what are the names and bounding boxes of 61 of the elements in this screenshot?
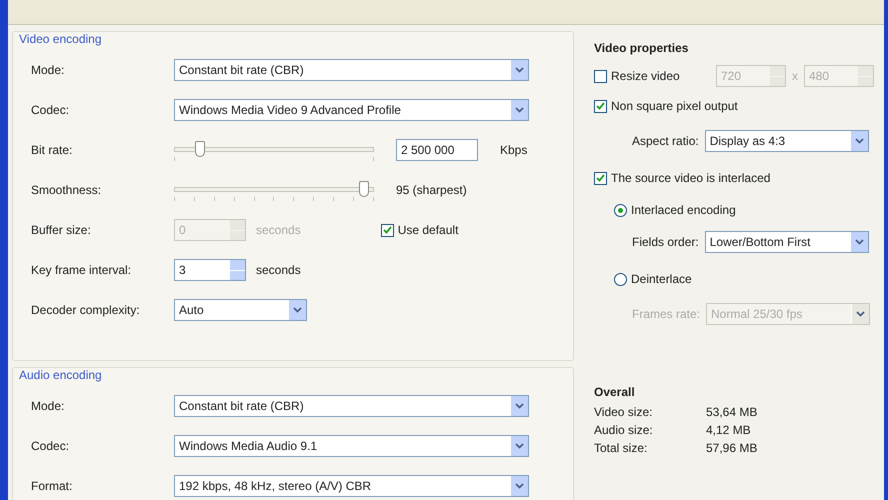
checkbox[interactable]: Resize video [594,69,710,83]
field-label: Codec: [31,103,70,117]
field-label: Frames rate: [632,307,700,321]
stat-value: 4,12 MB [706,423,752,437]
radio-button[interactable]: Deinterlace [614,272,692,286]
dropdown[interactable]: Constant bit rate (CBR) [174,59,529,81]
chevron-down-icon [515,67,524,73]
chevron-down-icon [293,307,302,313]
checkbox[interactable]: Non square pixel output [594,99,738,113]
stat-label: Total size: [594,441,648,455]
field-label: Fields order: [632,235,699,249]
group-title: Audio encoding [17,368,104,382]
chevron-down-icon [854,138,864,144]
unit-label: Kbps [500,143,528,157]
stat-label: Video size: [594,405,654,419]
unit-label: seconds [256,263,301,277]
checkmark-icon [596,174,605,182]
bit-rate-field[interactable]: 2 500 000 [396,139,478,161]
field-label: Smoothness: [31,183,102,197]
field-label: Mode: [31,399,66,413]
slider[interactable] [174,179,374,201]
stat-value: 53,64 MB [706,405,758,419]
smoothness-reading: 95 (sharpest) [396,183,467,197]
times-label: x [792,69,798,83]
field-label: Codec: [31,439,70,453]
checkmark-icon [596,102,605,110]
field-label: Decoder complexity: [31,303,141,317]
dropdown[interactable]: Display as 4:3 [704,130,869,152]
section-title: Video properties [594,41,690,57]
chevron-down-icon [856,311,866,317]
slider[interactable] [174,139,374,161]
field-label: Mode: [31,63,66,77]
spinner-field[interactable]: 3 [174,259,246,281]
dropdown[interactable]: Constant bit rate (CBR) [174,395,529,417]
dropdown[interactable]: Auto [174,299,307,321]
checkmark-icon [382,226,392,234]
dropdown[interactable]: Lower/Bottom First [704,231,869,253]
section-title: Overall [594,385,636,401]
slider-thumb[interactable] [359,181,369,197]
radio-button[interactable]: Interlaced encoding [614,203,736,217]
stat-label: Audio size: [594,423,654,437]
dropdown[interactable]: Windows Media Video 9 Advanced Profile [174,99,529,121]
field-label: Buffer size: [31,223,92,237]
chevron-down-icon [515,443,524,449]
radio-circle[interactable] [614,272,627,286]
chevron-down-icon [515,483,524,489]
stat-value: 57,96 MB [706,441,758,455]
field-label: Format: [31,479,74,493]
dropdown[interactable]: 192 kbps, 48 kHz, stereo (A/V) CBR [174,475,529,497]
unit-label: seconds [256,223,301,237]
chevron-down-icon [515,107,524,113]
slider-thumb[interactable] [195,141,205,157]
chevron-down-icon [854,239,864,245]
field-label: Bit rate: [31,143,74,157]
chevron-down-icon [515,403,524,409]
field-label: Aspect ratio: [632,134,699,148]
group-title: Video encoding [17,32,104,46]
checkbox[interactable]: The source video is interlaced [594,171,770,185]
dropdown[interactable]: Windows Media Audio 9.1 [174,435,529,457]
radio-circle[interactable] [614,204,627,216]
field-label: Key frame interval: [31,263,132,277]
